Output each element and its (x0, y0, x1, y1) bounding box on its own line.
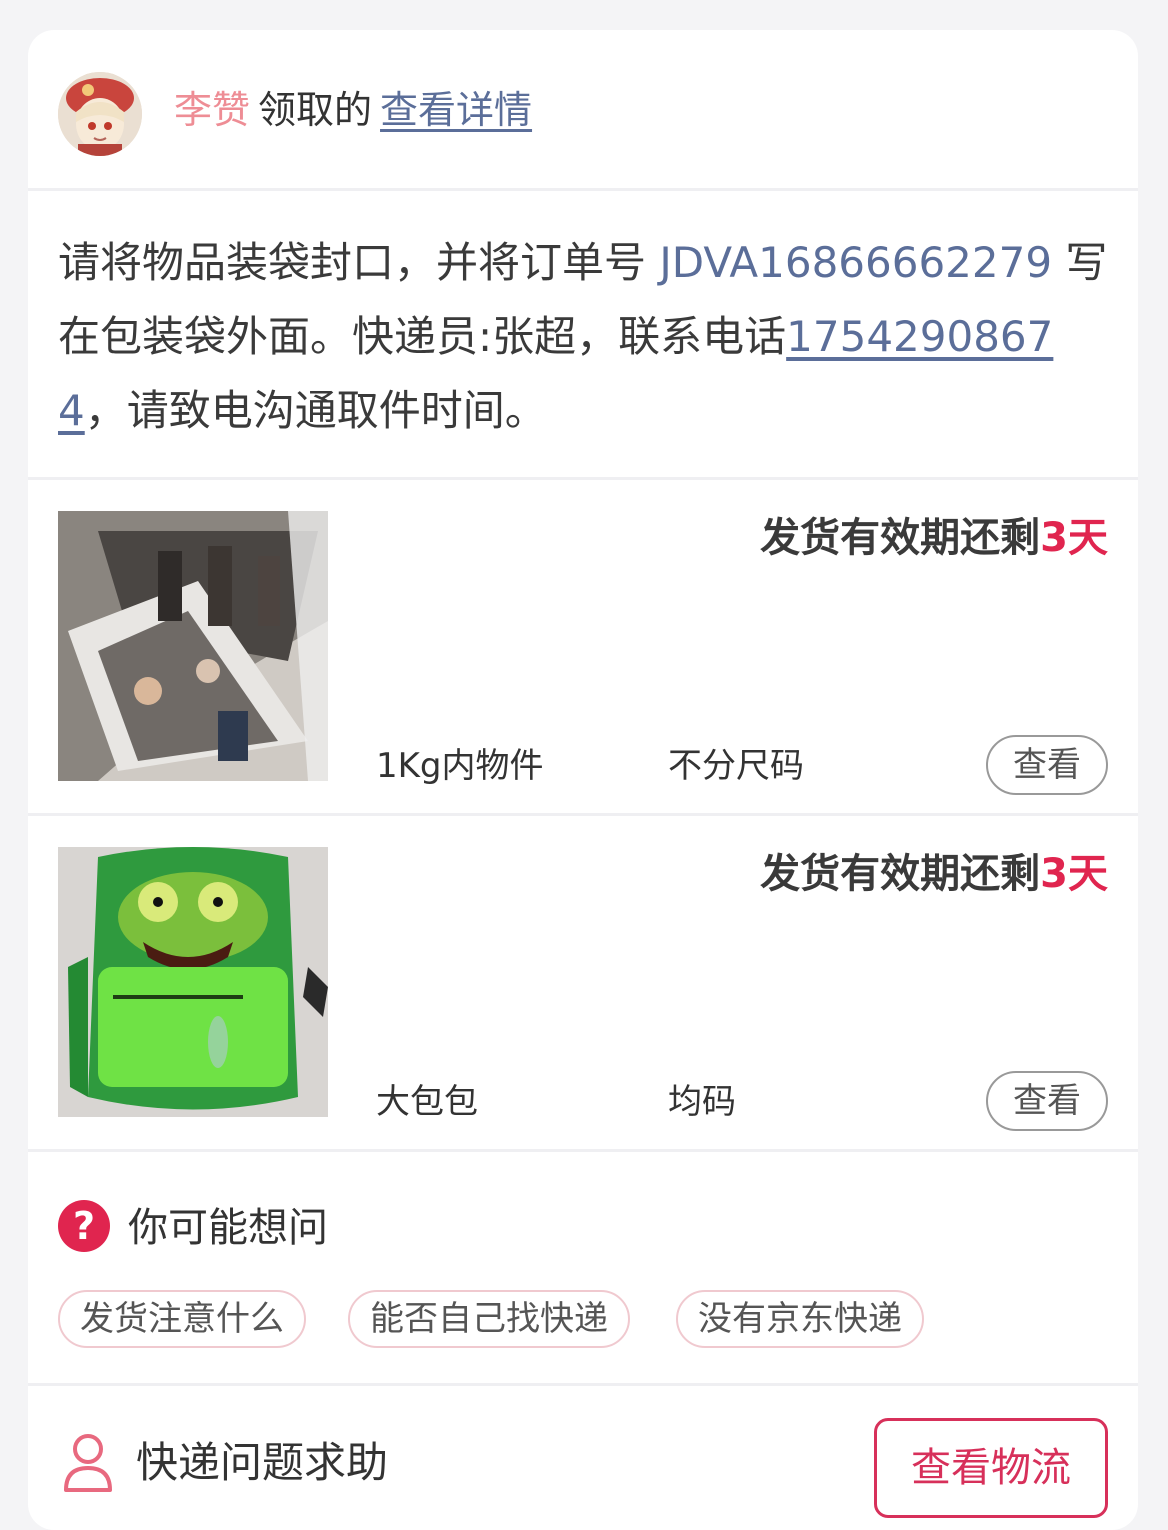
user-name[interactable]: 李赞 (174, 88, 250, 132)
divider (28, 813, 1138, 816)
order-card: 李赞 领取的 查看详情 请将物品装袋封口，并将订单号 JDVA16866662279… (28, 30, 1138, 1530)
view-item-button[interactable]: 查看 (986, 1071, 1108, 1131)
item-weight: 大包包 (376, 1082, 478, 1122)
packing-instruction: 请将物品装袋封口，并将订单号 JDVA16866662279 写在包装袋外面。快… (58, 226, 1108, 448)
validity-days: 3天 (1040, 515, 1108, 561)
validity-label: 发货有效期还剩 (760, 515, 1041, 561)
shipping-validity: 发货有效期还剩3天 (760, 510, 1108, 566)
person-icon (64, 1434, 112, 1492)
instruction-text-1: 请将物品装袋封口，并将订单号 (58, 238, 660, 287)
view-details-link[interactable]: 查看详情 (380, 88, 532, 132)
user-avatar[interactable] (58, 72, 142, 156)
divider (28, 477, 1138, 480)
validity-days: 3天 (1040, 851, 1108, 897)
view-logistics-button[interactable]: 查看物流 (874, 1418, 1108, 1518)
courier-help-link[interactable]: 快递问题求助 (136, 1434, 388, 1492)
divider (28, 1383, 1138, 1386)
claim-verb: 领取的 (258, 88, 373, 132)
question-icon: ? (58, 1200, 110, 1252)
instruction-text-3: ，请致电沟通取件时间。 (84, 386, 547, 435)
item-size: 不分尺码 (668, 746, 804, 786)
claim-header: 李赞 领取的 查看详情 (174, 82, 532, 138)
view-item-button[interactable]: 查看 (986, 735, 1108, 795)
faq-chip[interactable]: 能否自己找快递 (348, 1290, 630, 1348)
item-thumbnail-backpack[interactable] (58, 847, 328, 1117)
faq-chip[interactable]: 没有京东快递 (676, 1290, 924, 1348)
item-size: 均码 (668, 1082, 736, 1122)
item-thumbnail-posters[interactable] (58, 511, 328, 781)
divider (28, 188, 1138, 191)
divider (28, 1149, 1138, 1152)
faq-title: 你可能想问 (128, 1205, 328, 1251)
order-number: JDVA16866662279 (659, 238, 1053, 287)
shipping-validity: 发货有效期还剩3天 (760, 846, 1108, 902)
faq-chip[interactable]: 发货注意什么 (58, 1290, 306, 1348)
item-weight: 1Kg内物件 (376, 746, 544, 786)
validity-label: 发货有效期还剩 (760, 851, 1041, 897)
